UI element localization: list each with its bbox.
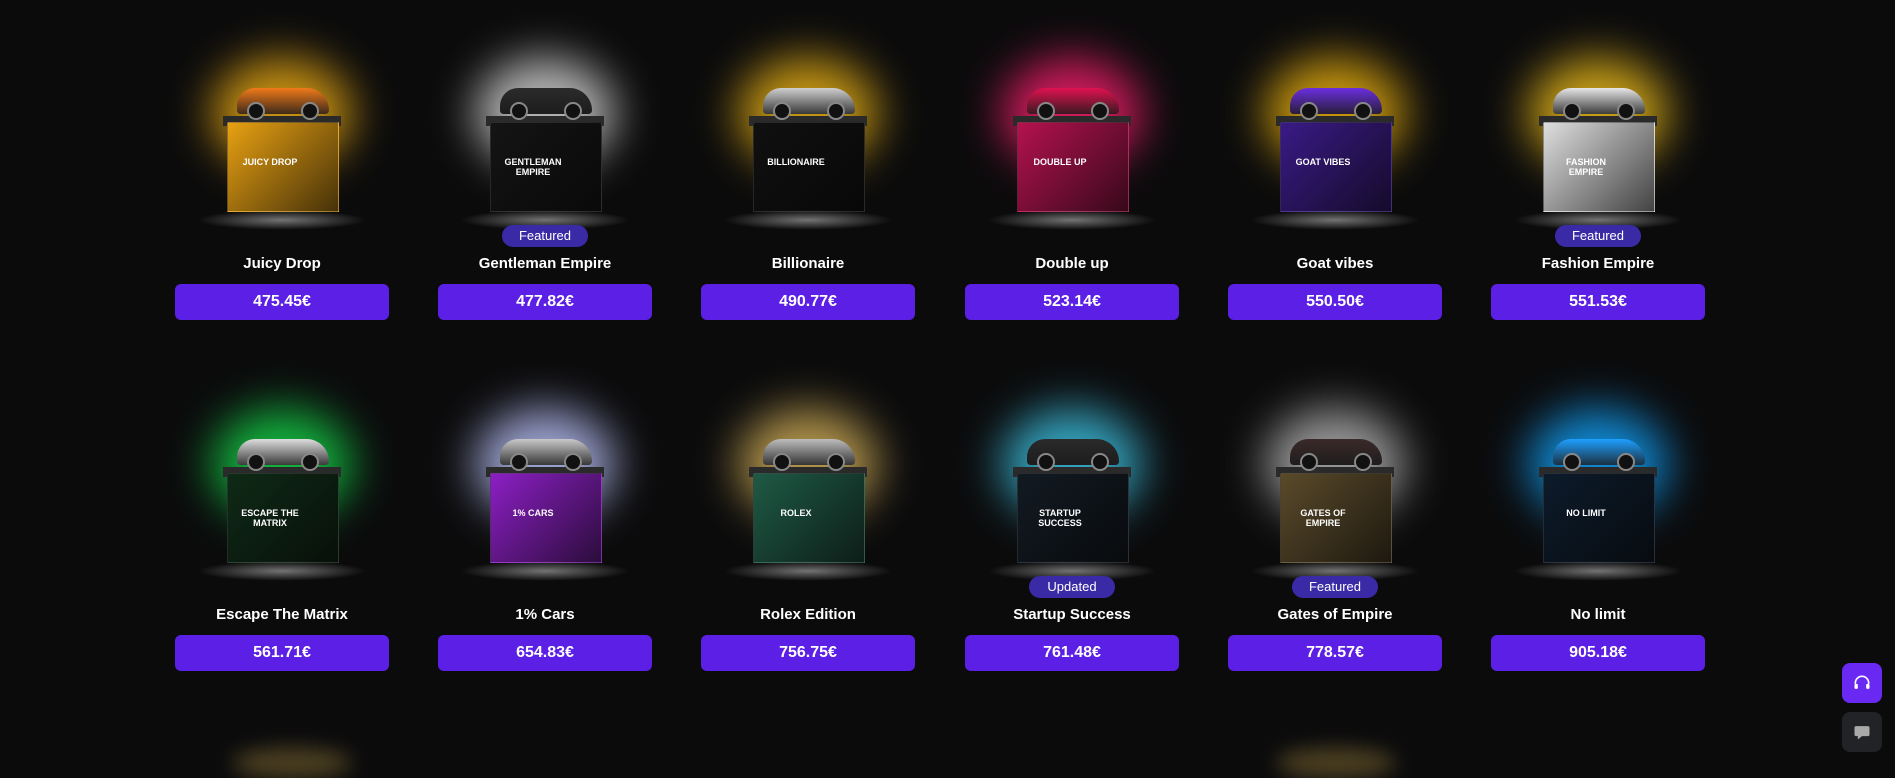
case-image[interactable]: Goat vibes — [1228, 40, 1442, 240]
case-card[interactable]: Double up Double up 523.14€ — [965, 40, 1179, 320]
case-badge: Updated — [1029, 576, 1115, 598]
case-box-label: No Limit — [1566, 508, 1606, 518]
case-title: Gentleman Empire — [478, 255, 612, 272]
case-title: Fashion Empire — [1541, 255, 1655, 272]
case-badge: Featured — [502, 225, 588, 247]
case-title: Gates of Empire — [1277, 606, 1393, 623]
case-card[interactable]: 1% Cars 1% Cars 654.83€ — [438, 391, 652, 671]
case-box-label: Startup Success — [1038, 508, 1082, 528]
car-icon — [237, 88, 329, 120]
case-box-label: Juicy Drop — [242, 157, 298, 167]
case-price-button[interactable]: 477.82€ — [438, 284, 652, 320]
case-image[interactable]: Rolex — [701, 391, 915, 591]
case-box-label: Gentleman Empire — [504, 157, 562, 177]
case-box-label: Gates of Empire — [1300, 508, 1346, 528]
case-card[interactable]: Juicy Drop Juicy Drop 475.45€ — [175, 40, 389, 320]
next-row-glow — [232, 748, 352, 778]
case-box-label: Escape The Matrix — [241, 508, 299, 528]
case-price-button[interactable]: 756.75€ — [701, 635, 915, 671]
case-box-label: Goat vibes — [1295, 157, 1351, 167]
case-image[interactable]: Gates of Empire Featured — [1228, 391, 1442, 598]
case-price-button[interactable]: 475.45€ — [175, 284, 389, 320]
case-card[interactable]: Escape The Matrix Escape The Matrix 561.… — [175, 391, 389, 671]
chat-button[interactable] — [1842, 712, 1882, 752]
case-title: 1% Cars — [515, 606, 575, 623]
case-image[interactable]: Gentleman Empire Featured — [438, 40, 652, 247]
case-badge: Featured — [1555, 225, 1641, 247]
smoke-effect — [197, 210, 367, 230]
case-title: Double up — [1035, 255, 1109, 272]
case-image[interactable]: Startup Success Updated — [965, 391, 1179, 598]
case-box-label: Fashion Empire — [1565, 157, 1606, 177]
next-row-glow — [1276, 748, 1396, 778]
case-title: Goat vibes — [1296, 255, 1374, 272]
case-title: Billionaire — [771, 255, 845, 272]
case-title: Escape The Matrix — [216, 606, 348, 623]
case-image[interactable]: 1% Cars — [438, 391, 652, 591]
case-card[interactable]: Rolex Rolex Edition 756.75€ — [701, 391, 915, 671]
smoke-effect — [460, 561, 630, 581]
case-image[interactable]: Fashion Empire Featured — [1491, 40, 1705, 247]
case-card[interactable]: Fashion Empire Featured Fashion Empire 5… — [1491, 40, 1705, 320]
smoke-effect — [723, 210, 893, 230]
case-price-button[interactable]: 905.18€ — [1491, 635, 1705, 671]
case-grid: Juicy Drop Juicy Drop 475.45€ Gentleman … — [0, 0, 1895, 761]
case-price-button[interactable]: 523.14€ — [965, 284, 1179, 320]
car-icon — [1027, 439, 1119, 471]
case-title: No limit — [1570, 606, 1626, 623]
car-icon — [1027, 88, 1119, 120]
case-title: Rolex Edition — [760, 606, 856, 623]
case-price-button[interactable]: 778.57€ — [1228, 635, 1442, 671]
case-card[interactable]: Billionaire Billionaire 490.77€ — [701, 40, 915, 320]
case-image[interactable]: Juicy Drop — [175, 40, 389, 240]
car-icon — [1290, 88, 1382, 120]
case-box-label: Double up — [1033, 157, 1087, 167]
chat-icon — [1854, 726, 1870, 740]
car-icon — [763, 88, 855, 120]
case-box-label: Rolex — [780, 508, 812, 518]
case-card[interactable]: Startup Success Updated Startup Success … — [965, 391, 1179, 671]
case-card[interactable]: Gentleman Empire Featured Gentleman Empi… — [438, 40, 652, 320]
case-price-button[interactable]: 551.53€ — [1491, 284, 1705, 320]
car-icon — [1553, 88, 1645, 120]
car-icon — [1553, 439, 1645, 471]
case-card[interactable]: No Limit No limit 905.18€ — [1491, 391, 1705, 671]
case-image[interactable]: Billionaire — [701, 40, 915, 240]
case-image[interactable]: No Limit — [1491, 391, 1705, 591]
case-box-label: Billionaire — [767, 157, 825, 167]
case-title: Juicy Drop — [243, 255, 321, 272]
support-button[interactable] — [1842, 663, 1882, 703]
smoke-effect — [1250, 210, 1420, 230]
case-price-button[interactable]: 550.50€ — [1228, 284, 1442, 320]
car-icon — [500, 439, 592, 471]
case-title: Startup Success — [1013, 606, 1131, 623]
case-box-label: 1% Cars — [512, 508, 554, 518]
smoke-effect — [723, 561, 893, 581]
car-icon — [763, 439, 855, 471]
smoke-effect — [197, 561, 367, 581]
case-card[interactable]: Goat vibes Goat vibes 550.50€ — [1228, 40, 1442, 320]
case-price-button[interactable]: 761.48€ — [965, 635, 1179, 671]
case-price-button[interactable]: 490.77€ — [701, 284, 915, 320]
smoke-effect — [987, 210, 1157, 230]
headset-icon — [1854, 675, 1870, 689]
smoke-effect — [1513, 561, 1683, 581]
case-card[interactable]: Gates of Empire Featured Gates of Empire… — [1228, 391, 1442, 671]
case-price-button[interactable]: 561.71€ — [175, 635, 389, 671]
case-image[interactable]: Escape The Matrix — [175, 391, 389, 591]
case-badge: Featured — [1292, 576, 1378, 598]
car-icon — [1290, 439, 1382, 471]
car-icon — [237, 439, 329, 471]
case-price-button[interactable]: 654.83€ — [438, 635, 652, 671]
car-icon — [500, 88, 592, 120]
case-image[interactable]: Double up — [965, 40, 1179, 240]
